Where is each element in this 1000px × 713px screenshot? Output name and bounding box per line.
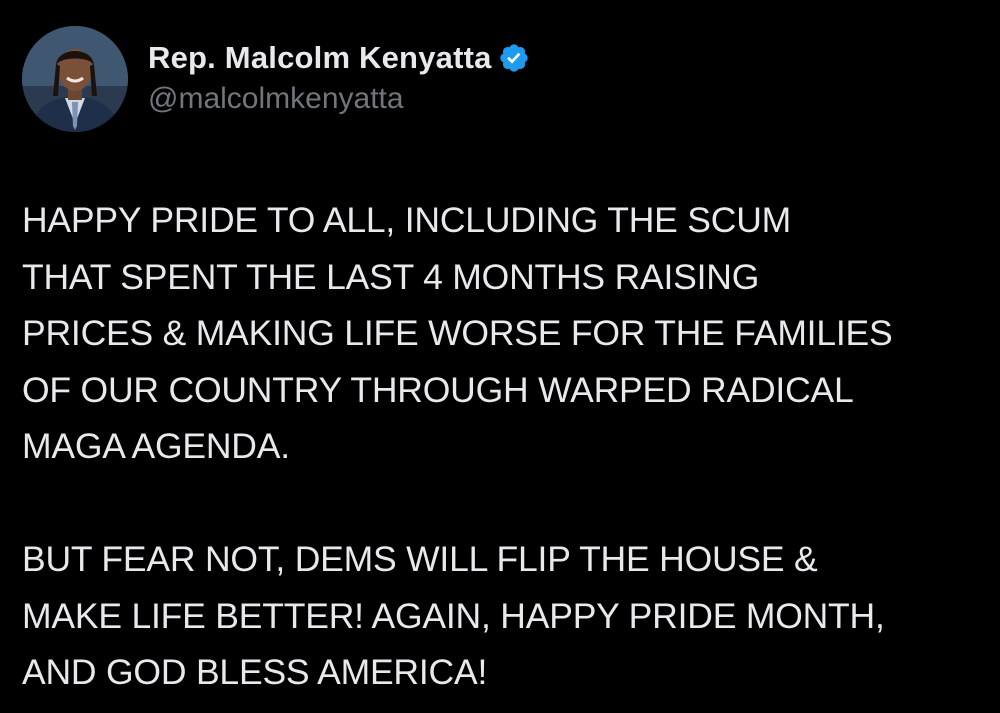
tweet: Rep. Malcolm Kenyatta @malcolmkenyatta H… — [0, 0, 1000, 713]
tweet-text-line: HAPPY PRIDE TO ALL, INCLUDING THE SCUM — [22, 200, 792, 240]
tweet-header: Rep. Malcolm Kenyatta @malcolmkenyatta — [22, 26, 530, 132]
name-row: Rep. Malcolm Kenyatta — [148, 38, 530, 78]
avatar-photo — [22, 26, 128, 132]
tweet-text-line: MAGA AGENDA. — [22, 426, 290, 466]
tweet-text-line: BUT FEAR NOT, DEMS WILL FLIP THE HOUSE & — [22, 539, 818, 579]
tweet-text-line: OF OUR COUNTRY THROUGH WARPED RADICAL — [22, 369, 854, 410]
author-display-name[interactable]: Rep. Malcolm Kenyatta — [148, 40, 492, 76]
tweet-text-line: MAKE LIFE BETTER! AGAIN, HAPPY PRIDE MON… — [22, 595, 885, 636]
tweet-paragraph: HAPPY PRIDE TO ALL, INCLUDING THE SCUM T… — [22, 192, 982, 475]
tweet-text: HAPPY PRIDE TO ALL, INCLUDING THE SCUM T… — [22, 192, 982, 701]
tweet-text-line: THAT SPENT THE LAST 4 MONTHS RAISING — [22, 256, 760, 297]
tweet-text-line: PRICES & MAKING LIFE WORSE FOR THE FAMIL… — [22, 313, 893, 353]
author-identity: Rep. Malcolm Kenyatta @malcolmkenyatta — [148, 26, 530, 116]
tweet-text-line: AND GOD BLESS AMERICA! — [22, 652, 488, 692]
author-handle[interactable]: @malcolmkenyatta — [148, 82, 530, 116]
tweet-paragraph: BUT FEAR NOT, DEMS WILL FLIP THE HOUSE &… — [22, 531, 982, 701]
verified-badge-icon — [498, 42, 530, 74]
avatar[interactable] — [22, 26, 128, 132]
